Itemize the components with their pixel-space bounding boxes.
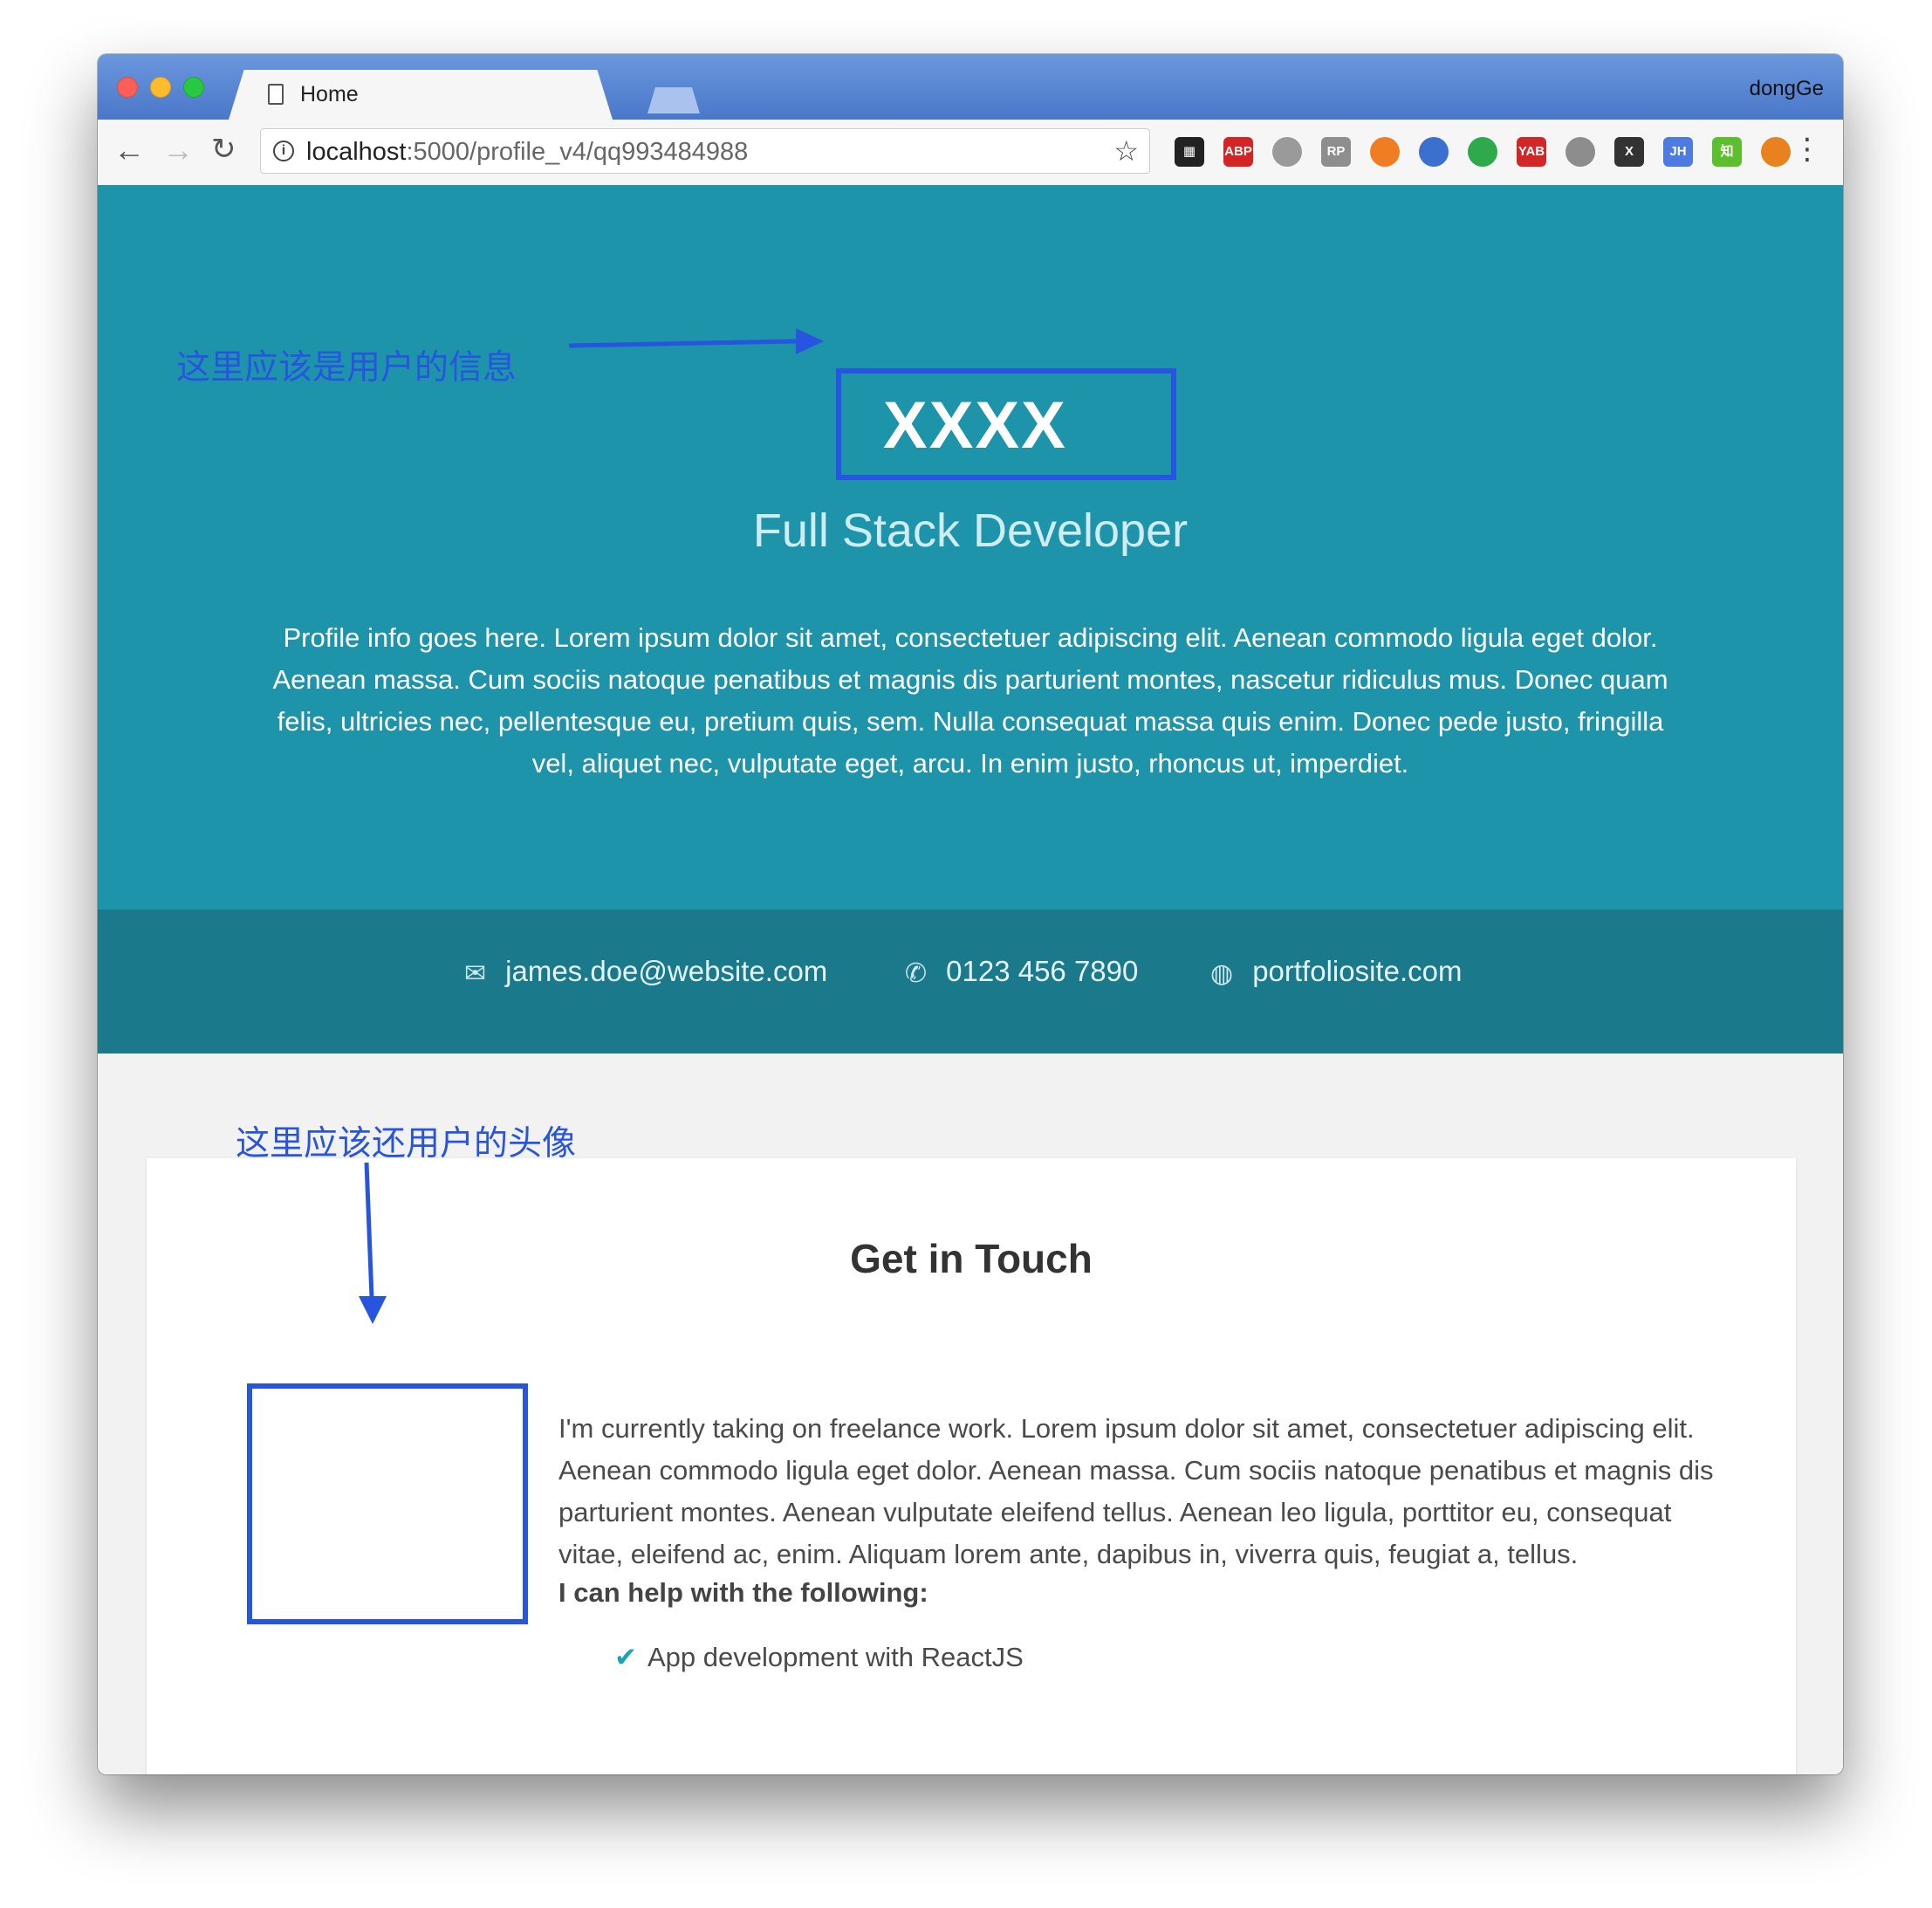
globe-icon: ◍ xyxy=(1210,958,1234,988)
lifebuoy-extension-icon[interactable] xyxy=(1370,137,1400,167)
adblock-plus-icon[interactable]: ABP xyxy=(1223,137,1253,167)
phone-text[interactable]: 0123 456 7890 xyxy=(946,955,1138,987)
contact-website[interactable]: ◍ portfoliosite.com xyxy=(1210,955,1462,1007)
email-text[interactable]: james.doe@website.com xyxy=(505,955,827,987)
bookmark-star-icon[interactable]: ☆ xyxy=(1113,134,1139,168)
close-window-button[interactable] xyxy=(117,77,138,98)
user-bio: Profile info goes here. Lorem ipsum dolo… xyxy=(272,622,1668,779)
avatar-arrow-graphics xyxy=(359,1162,387,1324)
minimize-window-button[interactable] xyxy=(150,77,171,98)
browser-window: Home × dongGe ← → ↻ i localhost:5000/pro… xyxy=(98,54,1843,1774)
yab-extension-icon[interactable]: YAB xyxy=(1517,137,1546,167)
back-arrow-icon[interactable]: ← xyxy=(113,132,145,168)
globe-extension-icon[interactable] xyxy=(1272,137,1302,167)
page-content: 这里应该是用户的信息 XXXX Full Stack Developer Pro… xyxy=(98,185,1843,1774)
annotation-arrow-line xyxy=(568,339,797,348)
close-tab-icon[interactable]: × xyxy=(696,79,710,106)
jh-extension-icon[interactable]: JH xyxy=(1663,137,1693,167)
tab-home[interactable]: Home × xyxy=(229,70,613,120)
user-name: XXXX xyxy=(883,388,1067,463)
annotation-arrow-head xyxy=(796,328,824,354)
metamask-extension-icon[interactable] xyxy=(1761,137,1791,167)
main-section: Get in Touch I'm currently taking on fre… xyxy=(98,1054,1843,1774)
url-host: localhost xyxy=(306,138,407,166)
fiddler-extension-icon[interactable] xyxy=(1419,137,1449,167)
tab-title: Home xyxy=(300,82,359,106)
new-tab-button[interactable] xyxy=(647,87,700,113)
shield-extension-icon[interactable] xyxy=(1468,137,1497,167)
envelope-icon: ✉ xyxy=(464,958,487,988)
website-text[interactable]: portfoliosite.com xyxy=(1252,955,1462,987)
contact-bar: ✉ james.doe@website.com ✆ 0123 456 7890 ◍ p… xyxy=(98,909,1843,1054)
info-icon[interactable]: i xyxy=(273,141,294,161)
menu-dots-icon[interactable]: ⋮ xyxy=(1792,132,1822,167)
browser-toolbar: ← → ↻ i localhost:5000/profile_v4/qq9934… xyxy=(98,120,1843,186)
address-bar[interactable]: i localhost:5000/profile_v4/qq993484988 … xyxy=(260,128,1150,174)
tab-strip: Home × dongGe xyxy=(98,54,1843,120)
contact-email[interactable]: ✉ james.doe@website.com xyxy=(464,955,827,1007)
profile-name[interactable]: dongGe xyxy=(1750,77,1824,101)
reload-icon[interactable]: ↻ xyxy=(211,132,236,167)
url-path: :5000/profile_v4/qq993484988 xyxy=(406,138,749,166)
page-icon xyxy=(268,84,284,105)
maximize-window-button[interactable] xyxy=(183,77,204,98)
phone-icon: ✆ xyxy=(905,958,928,988)
rp-extension-icon[interactable]: RP xyxy=(1321,137,1351,167)
forward-arrow-icon[interactable]: → xyxy=(162,132,194,168)
ball-extension-icon[interactable] xyxy=(1565,137,1595,167)
x-extension-icon[interactable]: X xyxy=(1614,137,1644,167)
profile-hero: 这里应该是用户的信息 XXXX Full Stack Developer Pro… xyxy=(98,185,1843,909)
contact-phone[interactable]: ✆ 0123 456 7890 xyxy=(905,955,1138,1007)
qr-code-extension-icon[interactable]: ▦ xyxy=(1175,137,1204,167)
zhihu-extension-icon[interactable]: 知 xyxy=(1712,137,1742,167)
avatar-arrow-head xyxy=(359,1296,387,1324)
avatar-arrow-line xyxy=(364,1162,374,1299)
user-tagline: Full Stack Developer xyxy=(752,504,1189,557)
url-text[interactable]: localhost:5000/profile_v4/qq993484988 xyxy=(306,138,748,167)
